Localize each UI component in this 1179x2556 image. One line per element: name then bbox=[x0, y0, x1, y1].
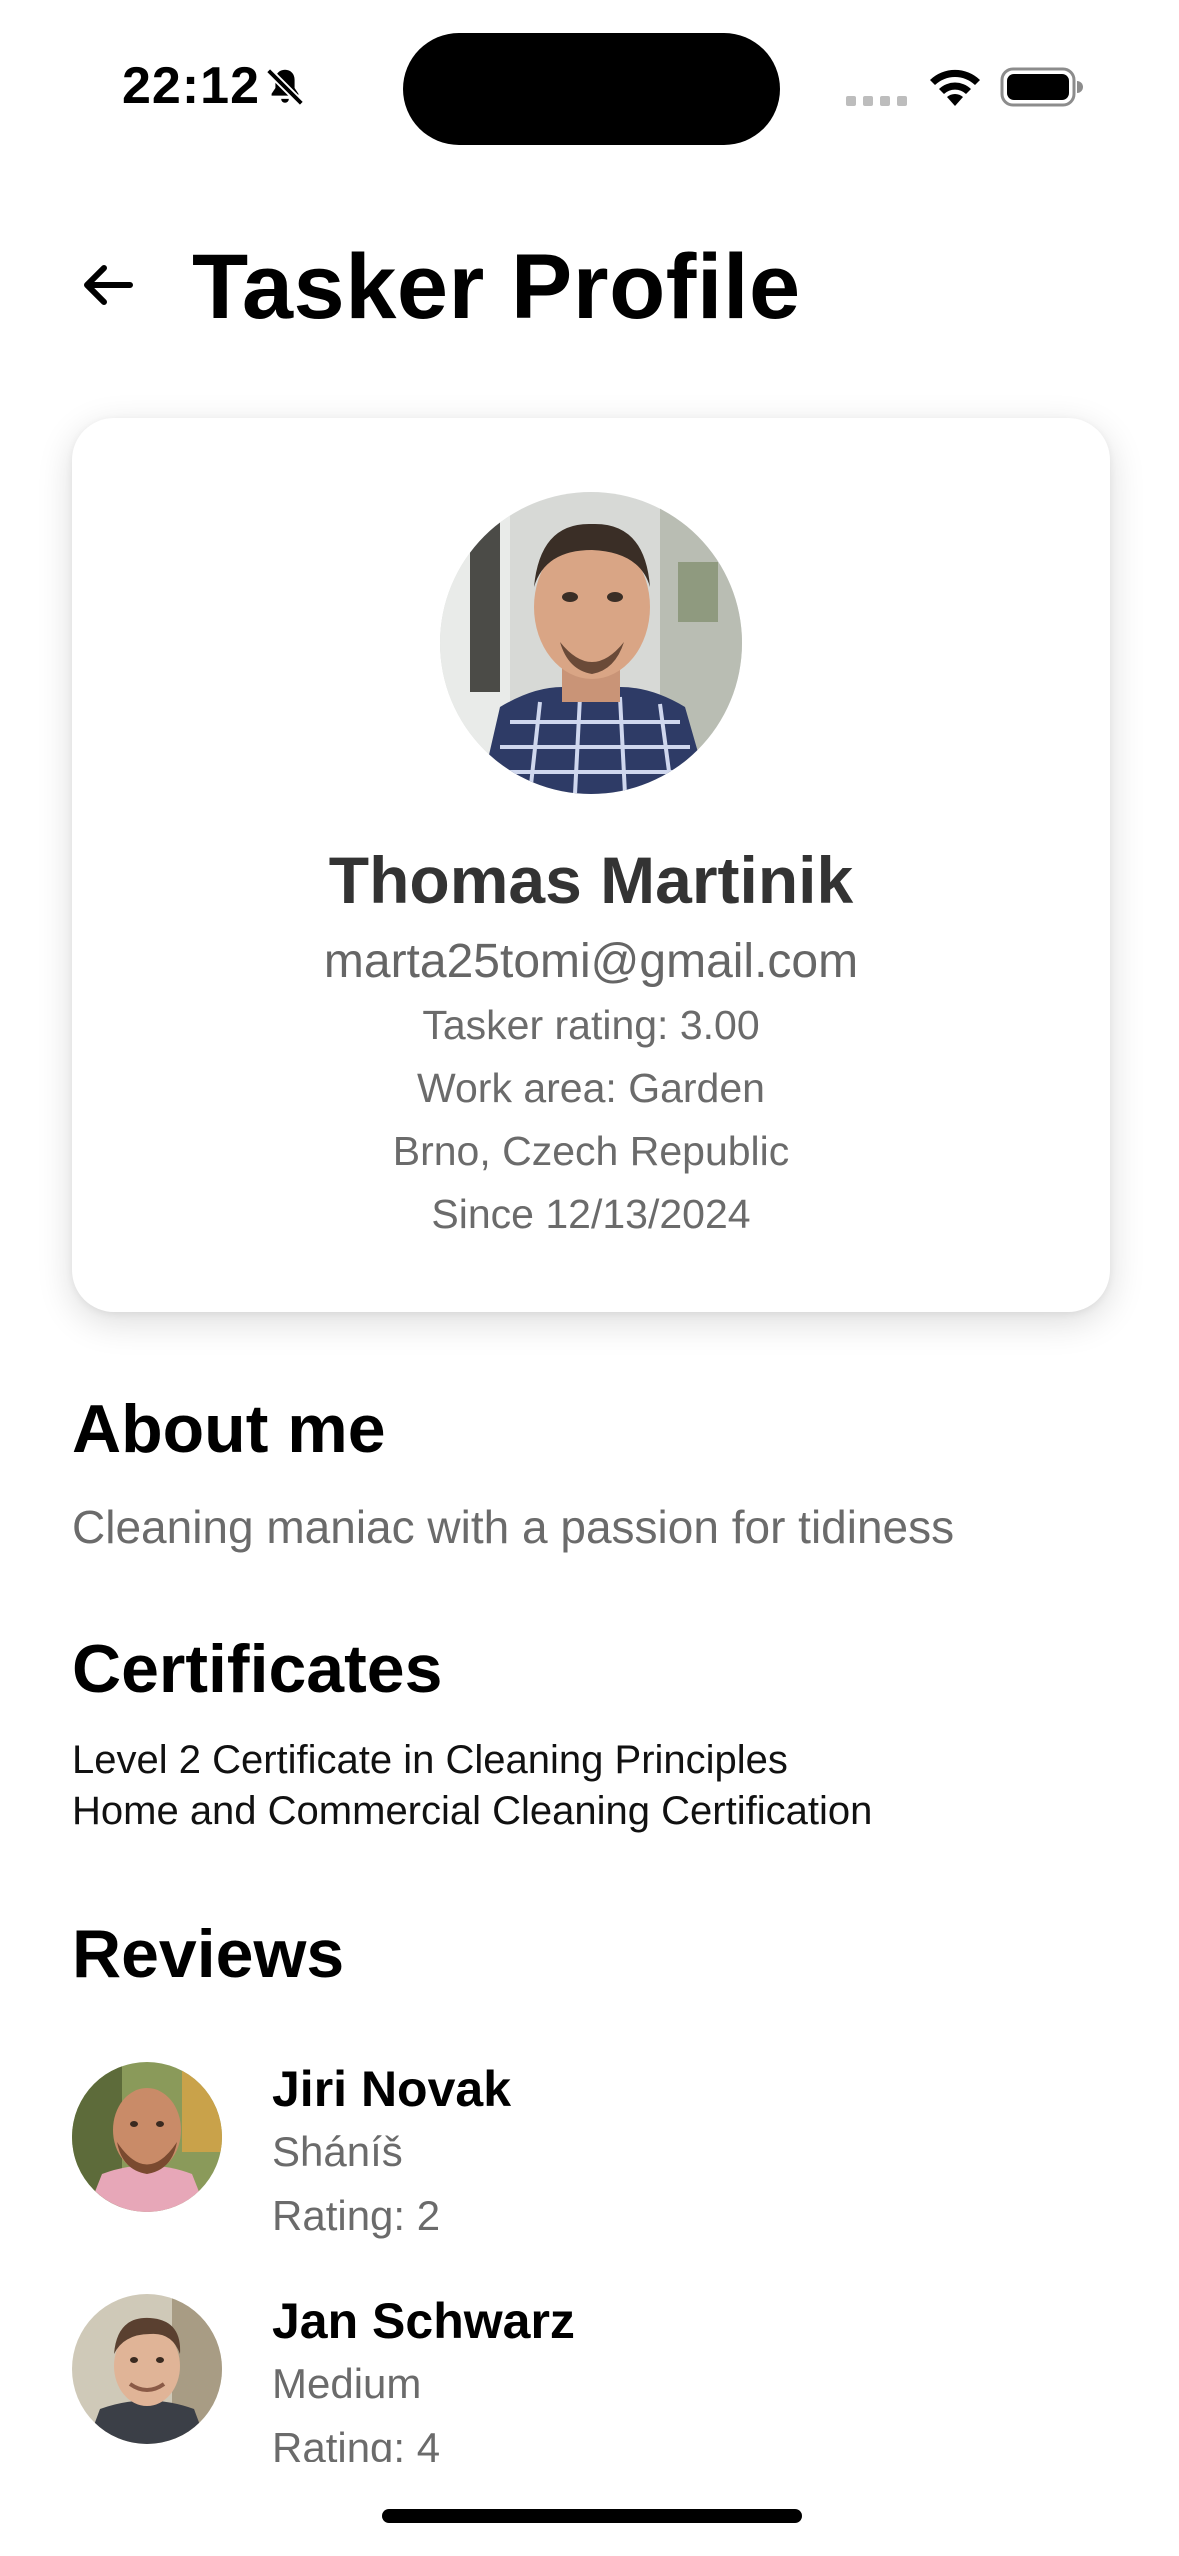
certificate-item: Level 2 Certificate in Cleaning Principl… bbox=[72, 1738, 788, 1782]
reviewer-avatar bbox=[72, 2294, 222, 2444]
review-comment: Medium bbox=[272, 2360, 422, 2407]
reviews-heading: Reviews bbox=[72, 1916, 345, 1992]
profile-name: Thomas Martinik bbox=[328, 843, 854, 917]
review-comment: Sháníš bbox=[272, 2128, 403, 2175]
back-arrow-icon[interactable] bbox=[78, 255, 138, 315]
profile-avatar bbox=[440, 492, 742, 794]
profile-since: Since 12/13/2024 bbox=[431, 1191, 751, 1237]
review-item: Jan Schwarz Medium Rating: 4 bbox=[72, 2272, 1112, 2462]
about-heading: About me bbox=[72, 1391, 386, 1467]
dynamic-island bbox=[403, 33, 780, 145]
status-bar: 22:12 bbox=[0, 0, 1179, 170]
certificate-item: Home and Commercial Cleaning Certificati… bbox=[72, 1789, 873, 1833]
profile-work-area: Work area: Garden bbox=[417, 1065, 765, 1111]
profile-card: Thomas Martinik marta25tomi@gmail.com Ta… bbox=[72, 418, 1110, 1312]
review-rating: Rating: 4 bbox=[272, 2424, 441, 2462]
profile-rating: Tasker rating: 3.00 bbox=[422, 1002, 760, 1048]
about-text: Cleaning maniac with a passion for tidin… bbox=[72, 1501, 955, 1553]
wifi-icon bbox=[930, 69, 980, 106]
profile-location: Brno, Czech Republic bbox=[392, 1128, 790, 1174]
page-title: Tasker Profile bbox=[192, 236, 801, 338]
reviewer-name: Jan Schwarz bbox=[272, 2293, 575, 2349]
reviewer-name: Jiri Novak bbox=[272, 2061, 512, 2117]
reviewer-avatar bbox=[72, 2062, 222, 2212]
review-rating: Rating: 2 bbox=[272, 2192, 441, 2239]
review-item: Jiri Novak Sháníš Rating: 2 bbox=[72, 2040, 1112, 2260]
home-indicator[interactable] bbox=[382, 2509, 802, 2523]
certificates-heading: Certificates bbox=[72, 1631, 443, 1707]
bell-slash-icon bbox=[265, 67, 305, 107]
reviews-list[interactable]: Jiri Novak Sháníš Rating: 2 Jan Schwarz … bbox=[0, 2040, 1179, 2462]
profile-email: marta25tomi@gmail.com bbox=[323, 935, 859, 988]
battery-icon bbox=[1000, 67, 1083, 107]
status-time: 22:12 bbox=[122, 57, 260, 115]
cellular-signal-icon bbox=[846, 96, 907, 106]
